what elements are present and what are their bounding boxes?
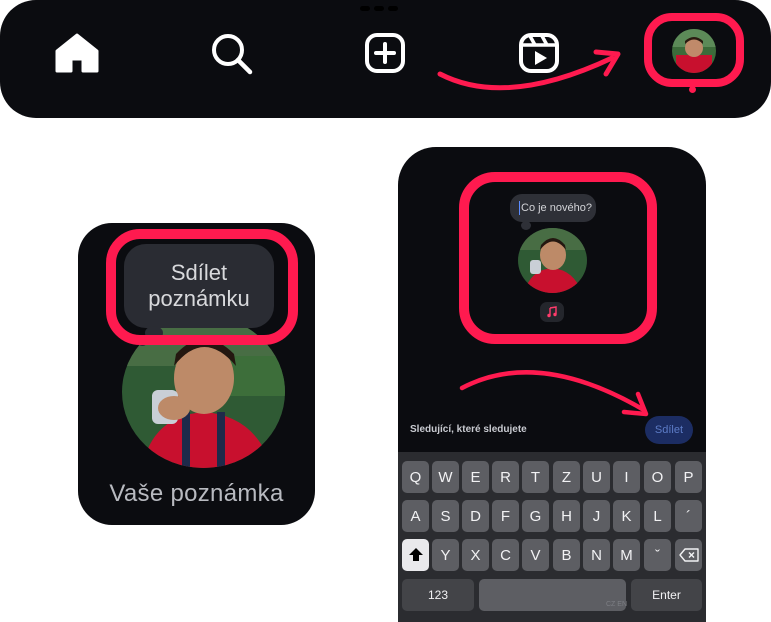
- numbers-key[interactable]: 123: [402, 579, 474, 611]
- key-g[interactable]: G: [522, 500, 549, 532]
- home-indicator: [360, 0, 408, 11]
- key-k[interactable]: K: [613, 500, 640, 532]
- key-caron[interactable]: ˇ: [644, 539, 671, 571]
- backspace-icon: [678, 548, 699, 562]
- key-i[interactable]: I: [613, 461, 640, 493]
- shift-icon: [408, 548, 423, 561]
- key-c[interactable]: C: [492, 539, 519, 571]
- enter-key[interactable]: Enter: [631, 579, 702, 611]
- shift-key[interactable]: [402, 539, 429, 571]
- key-j[interactable]: J: [583, 500, 610, 532]
- key-d[interactable]: D: [462, 500, 489, 532]
- key-f[interactable]: F: [492, 500, 519, 532]
- profile-avatar[interactable]: [672, 29, 716, 73]
- key-s[interactable]: S: [432, 500, 459, 532]
- key-m[interactable]: M: [613, 539, 640, 571]
- share-button[interactable]: Sdílet: [645, 416, 693, 444]
- create-icon[interactable]: [362, 30, 408, 76]
- key-acute[interactable]: ´: [675, 500, 702, 532]
- backspace-key[interactable]: [675, 539, 702, 571]
- key-l[interactable]: L: [644, 500, 671, 532]
- key-b[interactable]: B: [553, 539, 580, 571]
- audience-label[interactable]: Sledující, které sledujete: [410, 424, 527, 435]
- share-note-highlight: [106, 229, 298, 345]
- key-z[interactable]: Z: [553, 461, 580, 493]
- active-indicator: [689, 86, 696, 93]
- pointer-arrow: [437, 49, 621, 91]
- key-x[interactable]: X: [462, 539, 489, 571]
- key-h[interactable]: H: [553, 500, 580, 532]
- key-w[interactable]: W: [432, 461, 459, 493]
- key-o[interactable]: O: [644, 461, 671, 493]
- key-v[interactable]: V: [522, 539, 549, 571]
- key-u[interactable]: U: [583, 461, 610, 493]
- keyboard-language: CZ EN: [606, 601, 627, 608]
- key-e[interactable]: E: [462, 461, 489, 493]
- key-r[interactable]: R: [492, 461, 519, 493]
- key-t[interactable]: T: [522, 461, 549, 493]
- key-p[interactable]: P: [675, 461, 702, 493]
- note-highlight: [459, 172, 657, 344]
- home-icon[interactable]: [54, 30, 100, 76]
- space-key[interactable]: [479, 579, 626, 611]
- your-note-label: Vaše poznámka: [109, 480, 284, 507]
- search-icon[interactable]: [208, 30, 254, 76]
- key-q[interactable]: Q: [402, 461, 429, 493]
- key-y[interactable]: Y: [432, 539, 459, 571]
- pointer-arrow: [459, 370, 649, 417]
- key-a[interactable]: A: [402, 500, 429, 532]
- key-n[interactable]: N: [583, 539, 610, 571]
